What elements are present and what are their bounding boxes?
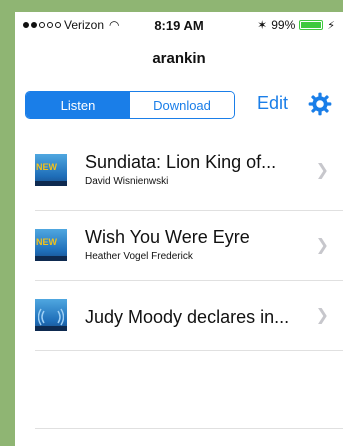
gear-icon[interactable] [307,91,333,117]
audio-wave-icon [38,308,64,326]
status-right: ✶ 99% ⚡ [257,18,335,32]
divider [35,428,343,429]
charging-icon: ⚡ [327,19,335,32]
divider [35,350,343,351]
new-badge: NEW [36,162,57,172]
segment-download[interactable]: Download [130,92,234,118]
book-author: Heather Vogel Frederick [85,251,193,262]
book-title: Judy Moody declares in... [85,307,290,327]
book-author: David Wisnienwski [85,176,169,187]
new-badge: NEW [36,237,57,247]
controls-row: Listen Download Edit [25,91,337,121]
segment-listen[interactable]: Listen [26,92,130,118]
book-cover-image: NEW [35,229,67,261]
book-list: NEW Sundiata: Lion King of... David Wisn… [15,146,343,351]
battery-icon [299,20,324,30]
list-item[interactable]: Judy Moody declares in... ❯ [15,291,343,351]
list-item[interactable]: NEW Wish You Were Eyre Heather Vogel Fre… [15,221,343,281]
status-bar: Verizon ◠ 8:19 AM ✶ 99% ⚡ [15,12,343,36]
book-cover-image [35,299,67,331]
divider [35,210,343,211]
bluetooth-icon: ✶ [257,18,268,32]
book-title: Sundiata: Lion King of... [85,152,277,172]
divider [35,280,343,281]
book-cover-image: NEW [35,154,67,186]
edit-button[interactable]: Edit [257,93,288,114]
app-screen: Verizon ◠ 8:19 AM ✶ 99% ⚡ arankin Listen… [15,12,343,446]
chevron-right-icon: ❯ [315,162,329,179]
list-item[interactable]: NEW Sundiata: Lion King of... David Wisn… [15,146,343,211]
page-title: arankin [152,50,206,67]
mode-segmented-control: Listen Download [25,91,235,119]
chevron-right-icon: ❯ [315,307,329,324]
book-title: Wish You Were Eyre [85,227,250,247]
chevron-right-icon: ❯ [315,237,329,254]
battery-percent: 99% [271,18,296,32]
